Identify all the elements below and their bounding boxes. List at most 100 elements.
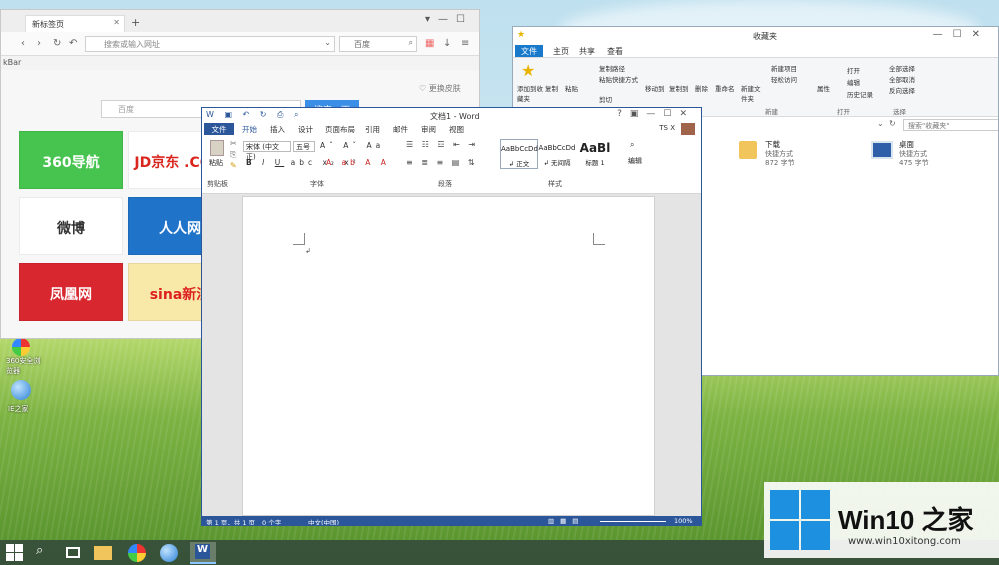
refresh-icon[interactable]: ↻	[889, 119, 896, 128]
rename-button[interactable]: 重命名	[715, 83, 735, 93]
delete-button[interactable]: 删除	[695, 83, 708, 93]
tile-weibo[interactable]: 微博	[19, 197, 123, 255]
new-item-button[interactable]: 新建项目	[771, 63, 797, 73]
zoom-slider[interactable]	[600, 521, 666, 522]
tab-share[interactable]: 共享	[573, 45, 601, 57]
start-button[interactable]	[6, 544, 23, 561]
select-all-button[interactable]: 全部选择	[889, 63, 915, 73]
search-icon[interactable]: ⌕	[36, 543, 58, 562]
tab-design[interactable]: 设计	[298, 124, 313, 135]
desktop-icon-browser[interactable]: 360安全浏览器	[6, 338, 40, 378]
badge-title: Win10 之家	[838, 505, 974, 535]
copy-icon[interactable]: ⎘	[230, 150, 236, 160]
paste-button[interactable]: 粘贴	[209, 158, 223, 168]
forward-icon[interactable]: ›	[37, 38, 41, 49]
paragraph-buttons[interactable]: ☰ ☷ ☲ ⇤ ⇥	[406, 140, 478, 149]
apps-grid-icon[interactable]: ▦	[425, 38, 434, 49]
change-skin-text: 更换皮肤	[428, 84, 461, 93]
window-controls[interactable]: —☐✕	[933, 29, 990, 40]
copy-to-button[interactable]: 复制到	[669, 83, 689, 93]
address-bar[interactable]: 搜索或输入网址 ⌄	[85, 36, 335, 52]
tab-view[interactable]: 视图	[449, 124, 464, 135]
copy-button[interactable]: 复制	[545, 83, 558, 93]
tile-360[interactable]: 360导航	[19, 131, 123, 189]
editing-button[interactable]: 编辑	[628, 156, 642, 166]
window-controls[interactable]: ?▣—☐✕	[617, 109, 695, 119]
browser-taskbar-icon[interactable]	[128, 544, 146, 562]
download-icon[interactable]: ↓	[443, 38, 451, 49]
close-icon[interactable]: ✕	[113, 18, 120, 27]
tab-layout[interactable]: 页面布局	[325, 124, 355, 135]
font-name-select[interactable]: 宋体 (中文正)	[243, 141, 291, 161]
binoculars-icon[interactable]: ⌕	[630, 140, 634, 150]
select-none-button[interactable]: 全部取消	[889, 74, 915, 84]
refresh-icon[interactable]: ↻	[53, 38, 61, 49]
browser-tab[interactable]: 新标签页 ✕	[25, 15, 125, 32]
tab-file[interactable]: 文件	[204, 123, 234, 135]
word-taskbar-icon[interactable]: W	[190, 542, 216, 564]
group-open-label: 打开	[837, 108, 850, 116]
desktop-icon-ie[interactable]: IE之家	[6, 380, 36, 416]
cut-icon[interactable]: ✂	[230, 139, 237, 148]
file-item-downloads[interactable]: 下载 快捷方式 872 字节	[739, 137, 849, 169]
paste-icon[interactable]	[210, 140, 224, 156]
file-item-desktop[interactable]: 桌面 快捷方式 475 字节	[871, 137, 981, 169]
tab-home[interactable]: 主页	[547, 45, 575, 57]
explorer-taskbar-icon[interactable]	[94, 546, 112, 560]
search-icon[interactable]: ⌕	[409, 38, 413, 48]
paste-button[interactable]: 粘贴	[565, 83, 578, 93]
monitor-icon	[871, 141, 893, 159]
tab-references[interactable]: 引用	[365, 124, 380, 135]
tab-review[interactable]: 审阅	[421, 124, 436, 135]
undo-icon[interactable]: ↶	[69, 38, 77, 49]
edit-button[interactable]: 编辑	[847, 77, 860, 87]
page-count[interactable]: 第 1 页，共 1 页	[206, 517, 255, 525]
copy-path-button[interactable]: 复制路径	[599, 63, 625, 73]
tab-insert[interactable]: 插入	[270, 124, 285, 135]
folder-icon	[739, 141, 757, 159]
language-status[interactable]: 中文(中国)	[308, 517, 339, 525]
easy-access-button[interactable]: 轻松访问	[771, 74, 797, 84]
window-controls[interactable]: ▾—☐	[425, 14, 473, 25]
format-painter-icon[interactable]: ✎	[230, 161, 237, 170]
explorer-search-input[interactable]: 搜索"收藏夹"	[903, 119, 998, 131]
style-normal[interactable]: AaBbCcDd ↲ 正文	[500, 139, 538, 169]
change-skin-link[interactable]: ♡ 更换皮肤	[419, 83, 461, 94]
new-folder-button[interactable]: 新建文件夹	[741, 83, 763, 103]
move-to-button[interactable]: 移动到	[645, 83, 665, 93]
task-view-icon[interactable]	[66, 547, 80, 558]
tab-home[interactable]: 开始	[242, 124, 257, 135]
properties-button[interactable]: 属性	[817, 83, 830, 93]
chevron-down-icon[interactable]: ⌄	[324, 38, 331, 47]
font-effects-buttons[interactable]: Aˆ Aˇ Aa	[320, 141, 384, 150]
invert-selection-button[interactable]: 反向选择	[889, 85, 915, 95]
tab-file[interactable]: 文件	[515, 45, 543, 57]
view-buttons[interactable]: ▥▦▤	[548, 517, 584, 525]
avatar[interactable]	[681, 123, 695, 135]
font-size-select[interactable]: 五号	[293, 141, 315, 152]
paste-shortcut-button[interactable]: 粘贴快捷方式	[599, 74, 638, 84]
chevron-down-icon[interactable]: ⌄	[877, 119, 884, 128]
quick-access-toolbar[interactable]: W ▣ ↶ ↻ ⎙ ⌕	[206, 110, 302, 120]
history-button[interactable]: 历史记录	[847, 89, 873, 99]
word-count[interactable]: 0 个字	[262, 517, 281, 525]
tab-mailings[interactable]: 邮件	[393, 124, 408, 135]
bookmark-bar-label[interactable]: kBar	[3, 58, 21, 67]
browser-search-box[interactable]: 百度 ⌕	[339, 36, 417, 52]
style-no-spacing[interactable]: AaBbCcDd ↲ 无间隔	[538, 139, 576, 169]
style-heading-1[interactable]: AaBl 标题 1	[576, 139, 614, 169]
user-account[interactable]: TS X	[659, 124, 675, 132]
globe-taskbar-icon[interactable]	[160, 544, 178, 562]
highlight-buttons[interactable]: A ab A A	[326, 158, 390, 167]
pin-button[interactable]: 添加到收藏夹	[517, 83, 543, 103]
align-buttons[interactable]: ≡ ≣ ≡ ▤ ⇅	[406, 158, 478, 167]
tab-view[interactable]: 查看	[601, 45, 629, 57]
open-button[interactable]: 打开	[847, 65, 860, 75]
document-page[interactable]: ↲	[242, 196, 655, 516]
back-icon[interactable]: ‹	[21, 38, 25, 49]
zoom-level[interactable]: 100%	[674, 517, 693, 525]
cut-button[interactable]: 剪切	[599, 94, 612, 104]
menu-icon[interactable]: ≡	[461, 38, 469, 49]
new-tab-button[interactable]: +	[131, 16, 140, 29]
tile-ifeng[interactable]: 凤凰网	[19, 263, 123, 321]
